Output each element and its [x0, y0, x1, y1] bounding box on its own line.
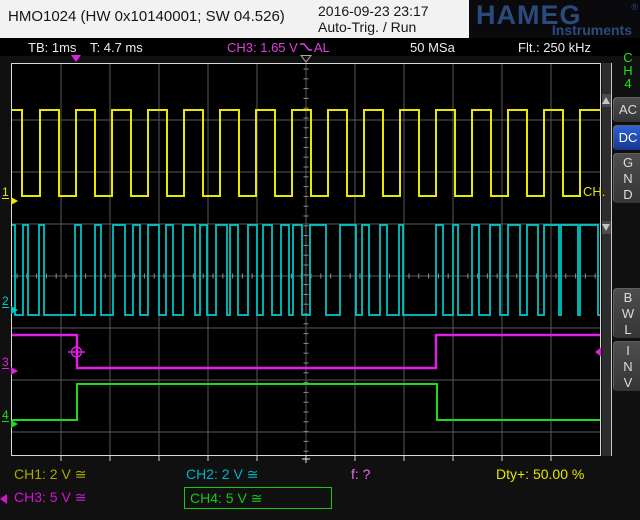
timebase-readout: TB: 1ms	[28, 40, 76, 55]
channel-letter: 4	[620, 77, 636, 90]
scroll-up-button[interactable]	[602, 94, 611, 107]
active-channel-menu-label: C H 4	[620, 51, 636, 90]
ch1-marker-number: 1	[2, 186, 9, 199]
right-scroll-track	[602, 63, 612, 456]
center-reference-marker-icon	[301, 56, 311, 63]
duty-cycle-readout: Dty+: 50.00 %	[496, 466, 584, 482]
falling-edge-icon	[299, 41, 313, 53]
acquisition-status: Auto-Trig. / Run	[318, 19, 429, 35]
ch3-marker-arrow-icon	[11, 367, 18, 375]
trigger-position-marker-icon	[71, 55, 81, 62]
ch4-marker-number: 4	[2, 409, 9, 422]
ch3-position-marker: 3	[2, 356, 24, 378]
datetime-status-block: 2016-09-23 23:17 Auto-Trig. / Run	[318, 3, 429, 35]
trigger-settings-readout: CH3: 1.65 V AL	[227, 40, 330, 55]
device-model: HMO1024 (HW 0x10140001; SW 04.526)	[8, 8, 285, 25]
ch1-scale-readout: CH1: 2 V ≅	[14, 466, 86, 483]
ch3-scale-readout: CH3: 5 V ≅	[14, 489, 86, 506]
ch4-position-marker: 4	[2, 409, 24, 431]
ch4-scale-readout-box[interactable]: CH4: 5 V ≅	[184, 487, 332, 509]
scroll-down-button[interactable]	[602, 221, 611, 234]
scroll-up-icon	[602, 97, 610, 104]
ch1-marker-arrow-icon	[11, 197, 18, 205]
ch2-marker-number: 2	[2, 295, 9, 308]
inv-button[interactable]: I N V	[613, 341, 640, 391]
ch3-marker-number: 3	[2, 356, 9, 369]
datetime: 2016-09-23 23:17	[318, 3, 429, 19]
scroll-down-icon	[602, 224, 610, 231]
registered-trademark: ®	[631, 2, 638, 12]
frequency-readout: f: ?	[351, 466, 370, 482]
clipped-channel-label: CH.	[583, 184, 605, 199]
trigger-time-readout: T: 4.7 ms	[90, 40, 143, 55]
ch4-scale-readout: CH4: 5 V ≅	[190, 490, 262, 507]
ch1-position-marker: 1	[2, 186, 24, 208]
ch3-offscreen-marker-icon	[0, 494, 7, 504]
waveform-display-area	[11, 63, 601, 456]
oscilloscope-screen: HMO1024 (HW 0x10140001; SW 04.526) 2016-…	[0, 0, 640, 520]
ch4-marker-arrow-icon	[11, 420, 18, 428]
sample-rate-readout: 50 MSa	[410, 40, 455, 55]
dc-coupling-button[interactable]: DC	[613, 125, 640, 150]
ch2-position-marker: 2	[2, 295, 24, 317]
trigger-source-level: CH3: 1.65 V	[227, 40, 298, 55]
top-bar: HMO1024 (HW 0x10140001; SW 04.526) 2016-…	[0, 0, 640, 38]
gnd-coupling-button[interactable]: G N D	[613, 153, 640, 203]
ch2-marker-arrow-icon	[11, 306, 18, 314]
trigger-suffix: AL	[314, 40, 330, 55]
ch2-scale-readout: CH2: 2 V ≅	[186, 466, 258, 483]
filter-readout: Flt.: 250 kHz	[518, 40, 591, 55]
brand-subtitle: Instruments	[552, 22, 632, 38]
bwl-button[interactable]: B W L	[613, 288, 640, 338]
ac-coupling-button[interactable]: AC	[613, 97, 640, 122]
hameg-logo: HAMEG ® Instruments	[469, 0, 640, 38]
